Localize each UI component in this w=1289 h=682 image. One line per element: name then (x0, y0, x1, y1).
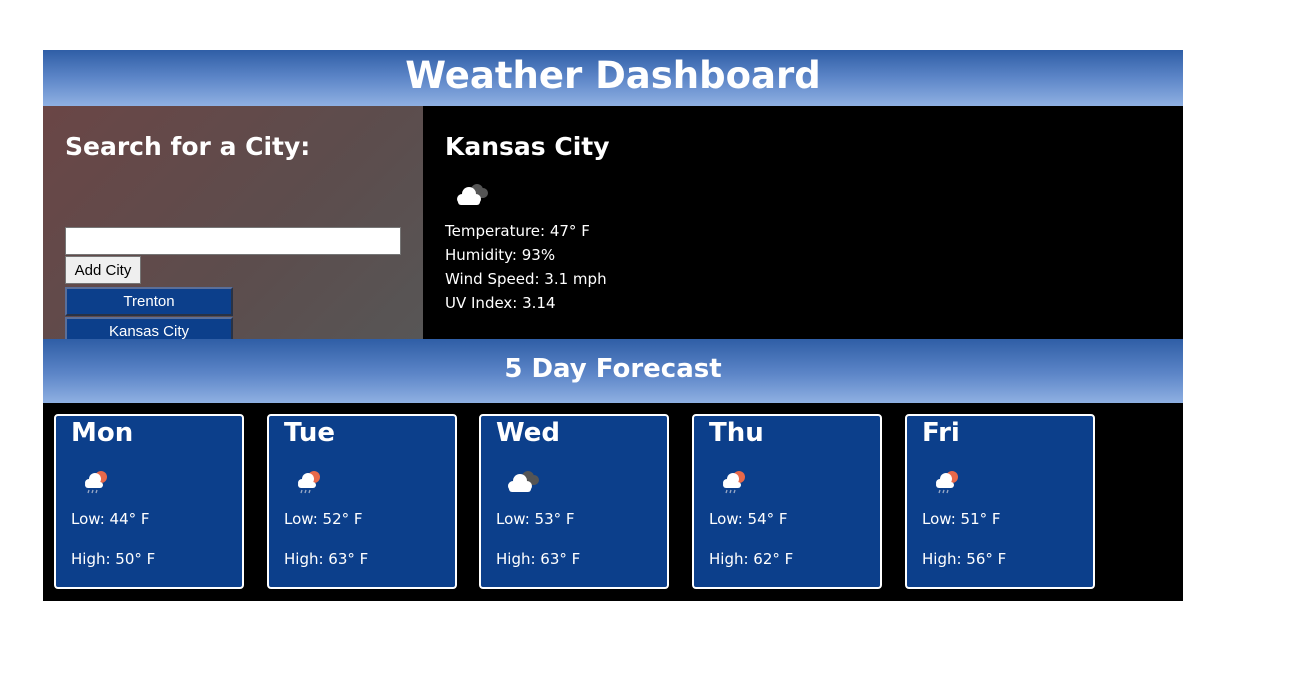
forecast-card: Wed Low: 53° F High: 63° F (479, 414, 669, 589)
forecast-high: High: 50° F (71, 550, 156, 568)
rain-sun-icon (293, 466, 325, 500)
forecast-high: High: 63° F (496, 550, 581, 568)
forecast-high: High: 56° F (922, 550, 1007, 568)
forecast-low: Low: 44° F (71, 510, 150, 528)
current-uv-index: UV Index: 3.14 (445, 294, 556, 312)
add-city-button[interactable]: Add City (65, 256, 141, 284)
forecast-day: Thu (709, 418, 764, 448)
forecast-low: Low: 51° F (922, 510, 1001, 528)
forecast-card: Fri Low: 51° F High: 56° F (905, 414, 1095, 589)
forecast-header: 5 Day Forecast (43, 339, 1183, 403)
rain-sun-icon (931, 466, 963, 500)
page-header: Weather Dashboard (43, 50, 1183, 106)
forecast-row: Mon Low: 44° F High: 50° F Tue Low: 52° … (43, 403, 1183, 601)
current-wind-speed: Wind Speed: 3.1 mph (445, 270, 607, 288)
current-city-name: Kansas City (445, 132, 610, 161)
forecast-day: Wed (496, 418, 560, 448)
current-weather-panel: Kansas City Temperature: 47° F Humidity:… (423, 106, 1183, 339)
forecast-card: Thu Low: 54° F High: 62° F (692, 414, 882, 589)
saved-city-button-trenton[interactable]: Trenton (65, 287, 233, 316)
current-humidity: Humidity: 93% (445, 246, 556, 264)
current-temperature: Temperature: 47° F (445, 222, 590, 240)
rain-sun-icon (718, 466, 750, 500)
forecast-high: High: 63° F (284, 550, 369, 568)
forecast-title: 5 Day Forecast (504, 354, 722, 384)
weather-dashboard: Weather Dashboard Search for a City: Add… (43, 50, 1183, 601)
forecast-day: Tue (284, 418, 336, 448)
search-title: Search for a City: (65, 132, 311, 161)
forecast-low: Low: 52° F (284, 510, 363, 528)
forecast-day: Fri (922, 418, 960, 448)
city-search-input[interactable] (65, 227, 401, 255)
forecast-high: High: 62° F (709, 550, 794, 568)
forecast-card: Tue Low: 52° F High: 63° F (267, 414, 457, 589)
search-panel: Search for a City: Add City Trenton Kans… (43, 106, 423, 346)
forecast-card: Mon Low: 44° F High: 50° F (54, 414, 244, 589)
cloudy-icon (450, 179, 490, 213)
cloudy-icon (501, 466, 541, 500)
forecast-day: Mon (71, 418, 134, 448)
forecast-low: Low: 54° F (709, 510, 788, 528)
rain-sun-icon (80, 466, 112, 500)
forecast-low: Low: 53° F (496, 510, 575, 528)
page-title: Weather Dashboard (405, 54, 821, 97)
